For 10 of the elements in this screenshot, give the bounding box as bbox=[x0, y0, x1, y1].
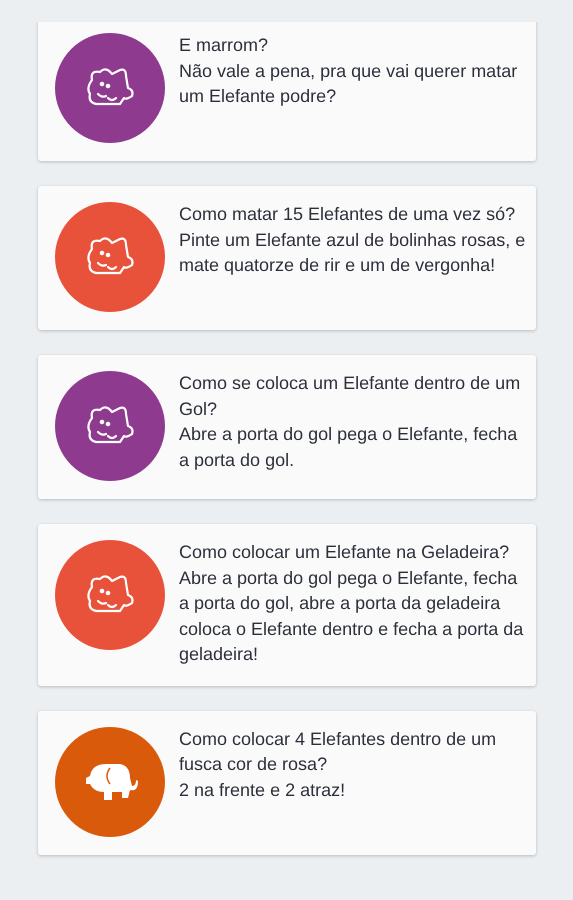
joke-question: Como matar 15 Elefantes de uma vez só? bbox=[179, 203, 516, 226]
joke-answer: Não vale a pena, pra que vai querer matar um Elefante podre? bbox=[179, 60, 518, 108]
joke-answer: 2 na frente e 2 atraz! bbox=[179, 778, 346, 802]
joke-question: E marrom? bbox=[179, 34, 270, 57]
joke-question: Como colocar 4 Elefantes dentro de um fusca cor de rosa? bbox=[179, 728, 498, 776]
joke-answer: Abre a porta do gol pega o Elefante, fecha a porta do gol, abre a porta da geladeira coloca o Elefante dentro e fecha a porta da geladeira! bbox=[179, 566, 524, 666]
joke-question: Como colocar um Elefante na Geladeira? bbox=[179, 541, 510, 564]
joke-question: Como se coloca um Elefante dentro de um Gol? bbox=[179, 372, 522, 420]
joke-answer: Pinte um Elefante azul de bolinhas rosas, e mate quatorze de rir e um de vergonha! bbox=[179, 228, 526, 277]
joke-answer: Abre a porta do gol pega o Elefante, fecha a porta do gol. bbox=[179, 423, 518, 472]
